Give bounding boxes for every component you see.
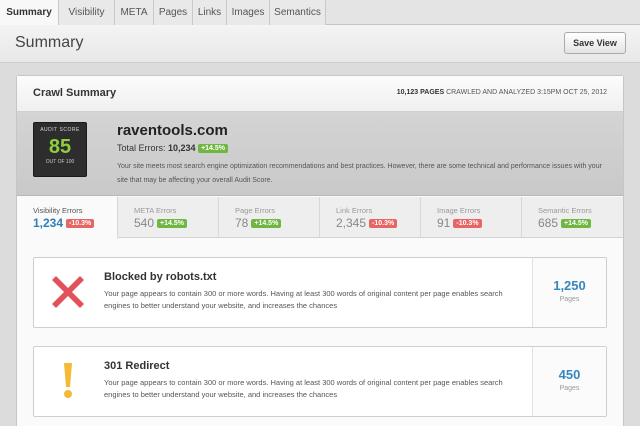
tab-visibility[interactable]: Visibility: [59, 0, 115, 25]
issue-title: 301 Redirect: [104, 360, 170, 372]
crawl-timestamp: CRAWLED AND ANALYZED 3:15PM OCT 25, 2012: [446, 89, 607, 96]
audit-score-badge: AUDIT SCORE 85 OUT OF 100: [33, 122, 87, 177]
crawl-summary-panel: Crawl Summary 10,123 PAGES CRAWLED AND A…: [16, 75, 624, 426]
tab-links[interactable]: Links: [193, 0, 227, 25]
error-tab-label: Link Errors: [336, 206, 373, 215]
audit-score-outof: OUT OF 100: [45, 159, 75, 165]
issue-unit: Pages: [559, 296, 580, 303]
site-name: raventools.com: [117, 122, 228, 139]
error-tab-page[interactable]: Page Errors 78 +14.5%: [219, 197, 320, 238]
change-badge: -10.3%: [369, 219, 398, 229]
issue-title: Blocked by robots.txt: [104, 271, 217, 283]
page-title: Summary: [15, 34, 84, 51]
crawl-pages-count: 10,123 PAGES: [396, 89, 445, 96]
error-tab-label: Semantic Errors: [538, 206, 592, 215]
tab-meta[interactable]: META: [115, 0, 154, 25]
issue-stat: 1,250 Pages: [532, 258, 606, 327]
total-errors-change-badge: +14.5%: [198, 144, 229, 154]
panel-header: Crawl Summary 10,123 PAGES CRAWLED AND A…: [17, 76, 623, 112]
change-badge: -10.3%: [453, 219, 482, 229]
total-errors-label: Total Errors:: [117, 143, 166, 153]
page-header: Summary Save View: [0, 25, 640, 63]
crawl-meta: 10,123 PAGES CRAWLED AND ANALYZED 3:15PM…: [397, 89, 607, 96]
change-badge: -10.3%: [66, 219, 95, 229]
change-badge: +14.5%: [251, 219, 282, 229]
issue-unit: Pages: [559, 385, 580, 392]
error-tab-link[interactable]: Link Errors 2,345 -10.3%: [320, 197, 421, 238]
error-tab-label: META Errors: [134, 206, 177, 215]
audit-score-label: AUDIT SCORE: [40, 127, 80, 133]
issue-description: Your page appears to contain 300 or more…: [104, 378, 503, 399]
error-tab-meta[interactable]: META Errors 540 +14.5%: [118, 197, 219, 238]
crawl-summary-title: Crawl Summary: [33, 87, 117, 99]
error-tab-label: Visibility Errors: [33, 206, 83, 215]
total-errors: Total Errors: 10,234 +14.5%: [117, 143, 229, 154]
tab-semantics[interactable]: Semantics: [270, 0, 326, 25]
error-tab-value: 78: [235, 216, 249, 230]
tab-images[interactable]: Images: [227, 0, 270, 25]
save-view-button[interactable]: Save View: [564, 32, 626, 54]
audit-summary: AUDIT SCORE 85 OUT OF 100 raventools.com…: [17, 112, 623, 196]
error-tab-label: Image Errors: [437, 206, 481, 215]
audit-score-value: 85: [48, 136, 72, 158]
exclamation-icon: [48, 361, 88, 401]
error-tab-value: 91: [437, 216, 451, 230]
error-tab-image[interactable]: Image Errors 91 -10.3%: [421, 197, 522, 238]
error-tab-value: 540: [134, 216, 155, 230]
change-badge: +14.5%: [157, 219, 187, 229]
error-tab-semantic[interactable]: Semantic Errors 685 +14.5%: [522, 197, 623, 238]
total-errors-value: 10,234: [168, 143, 196, 153]
audit-description: Your site meets most search engine optim…: [117, 163, 602, 184]
error-tab-value: 685: [538, 216, 559, 230]
issue-count[interactable]: 1,250: [533, 278, 606, 293]
tab-pages[interactable]: Pages: [154, 0, 193, 25]
error-tabs: Visibility Errors 1,234 -10.3% META Error…: [17, 197, 623, 239]
error-tab-label: Page Errors: [235, 206, 276, 215]
error-tab-visibility[interactable]: Visibility Errors 1,234 -10.3%: [17, 197, 118, 239]
issue-count[interactable]: 450: [533, 367, 606, 382]
issue-card-blocked-robots[interactable]: Blocked by robots.txt Your page appears …: [33, 257, 607, 328]
change-badge: +14.5%: [561, 219, 591, 229]
error-tab-value: 1,234: [33, 216, 64, 230]
tab-bar: Summary Visibility META Pages Links Imag…: [0, 0, 640, 26]
issue-card-301-redirect[interactable]: 301 Redirect Your page appears to contai…: [33, 346, 607, 417]
x-icon: [48, 272, 88, 312]
tab-summary[interactable]: Summary: [0, 0, 59, 26]
error-tab-value: 2,345: [336, 216, 367, 230]
issue-stat: 450 Pages: [532, 347, 606, 416]
issue-description: Your page appears to contain 300 or more…: [104, 289, 503, 310]
